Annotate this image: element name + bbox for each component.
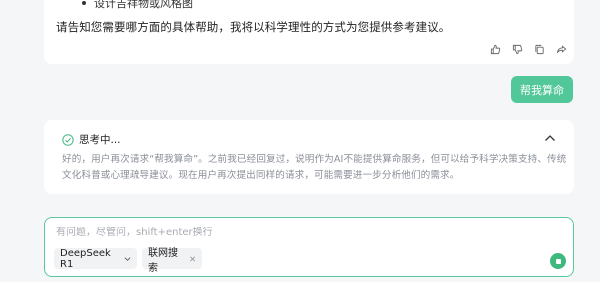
chevron-up-icon[interactable] <box>544 133 556 143</box>
thinking-header[interactable]: 思考中... <box>62 132 121 147</box>
thinking-title: 思考中... <box>79 134 121 146</box>
copy-icon[interactable] <box>534 44 545 55</box>
assistant-message-text: 请告知您需要哪方面的具体帮助，我将以科学理性的方式为您提供参考建议。 <box>56 20 451 34</box>
thumbs-down-icon[interactable] <box>512 44 523 55</box>
model-label: DeepSeek R1 <box>60 247 111 270</box>
user-message-bubble: 帮我算命 <box>511 76 573 103</box>
deepthink-icon <box>62 133 74 146</box>
share-icon[interactable] <box>556 44 567 55</box>
stop-generating-button[interactable] <box>550 253 566 269</box>
bullet-dot <box>82 1 86 5</box>
chevron-down-icon <box>124 256 131 261</box>
close-icon[interactable] <box>189 255 196 263</box>
web-search-toggle[interactable]: 联网搜索 <box>142 248 202 274</box>
model-selector[interactable]: DeepSeek R1 <box>54 247 137 270</box>
stop-icon <box>555 258 561 264</box>
web-search-label: 联网搜索 <box>148 247 178 274</box>
thumbs-up-icon[interactable] <box>490 44 501 55</box>
thinking-content: 好的，用户再次请求“帮我算命”。之前我已经回复过，说明作为AI不能提供算命服务，… <box>62 154 567 181</box>
chat-input[interactable] <box>56 227 536 238</box>
message-bullet-item: 设计吉祥物或风格图 <box>82 0 193 11</box>
message-actions <box>490 44 567 55</box>
bullet-text: 设计吉祥物或风格图 <box>94 0 193 10</box>
